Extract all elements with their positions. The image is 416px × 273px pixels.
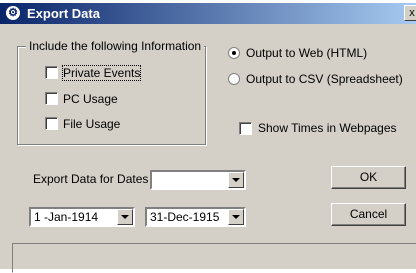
gear-icon: ⚙ — [6, 6, 20, 20]
to-date-select[interactable]: 31-Dec-1915 — [145, 207, 246, 227]
pc-usage-label[interactable]: PC Usage — [63, 92, 118, 106]
show-times-label[interactable]: Show Times in Webpages — [258, 121, 397, 135]
chevron-down-icon[interactable] — [117, 209, 133, 225]
output-csv-label[interactable]: Output to CSV (Spreadsheet) — [246, 72, 403, 86]
title-bar[interactable]: ⚙ Export Data x — [0, 3, 416, 24]
to-date-value: 31-Dec-1915 — [150, 210, 220, 224]
show-times-checkbox[interactable] — [239, 122, 252, 135]
chevron-down-icon[interactable] — [228, 209, 244, 225]
file-usage-label[interactable]: File Usage — [63, 117, 120, 131]
from-date-select[interactable]: 1 -Jan-1914 — [29, 207, 135, 227]
date-range-select[interactable] — [150, 170, 246, 190]
cancel-button[interactable]: Cancel — [331, 203, 406, 226]
window-title: Export Data — [27, 6, 100, 21]
file-usage-checkbox[interactable] — [45, 117, 58, 130]
group-title: Include the following Information — [26, 39, 205, 53]
radio-selected-dot — [232, 51, 236, 55]
private-events-label[interactable]: Private Events — [61, 65, 142, 81]
ok-button[interactable]: OK — [331, 166, 406, 189]
close-button[interactable]: x — [404, 5, 416, 21]
output-web-radio[interactable] — [228, 47, 240, 59]
output-web-label[interactable]: Output to Web (HTML) — [246, 46, 367, 60]
from-date-value: 1 -Jan-1914 — [34, 210, 99, 224]
export-dates-label: Export Data for Dates — [33, 172, 149, 186]
pc-usage-checkbox[interactable] — [45, 92, 58, 105]
export-data-window: ⚙ Export Data x Include the following In… — [0, 0, 416, 273]
chevron-down-icon[interactable] — [228, 172, 244, 188]
private-events-checkbox[interactable] — [45, 66, 58, 79]
output-csv-radio[interactable] — [228, 73, 240, 85]
